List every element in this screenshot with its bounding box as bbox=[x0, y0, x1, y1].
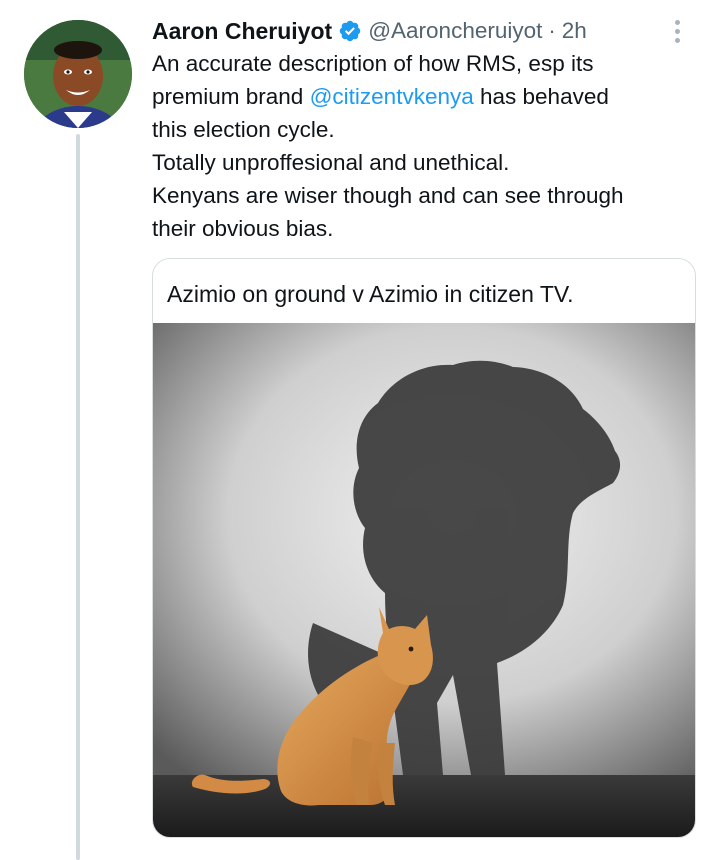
tweet-timestamp[interactable]: 2h bbox=[562, 18, 587, 44]
tweet-text-line: An accurate description of how RMS, esp … bbox=[152, 47, 700, 80]
tweet-body: An accurate description of how RMS, esp … bbox=[152, 47, 700, 245]
profile-photo-icon bbox=[24, 20, 132, 128]
more-options-icon[interactable] bbox=[662, 16, 692, 46]
quoted-tweet-card[interactable]: Azimio on ground v Azimio in citizen TV. bbox=[152, 258, 696, 838]
tweet-header: Aaron Cheruiyot @Aaroncheruiyot · 2h bbox=[152, 14, 700, 48]
text-segment: Kenyans are wiser though and can see thr… bbox=[152, 183, 624, 208]
text-segment: Totally unproffesional and unethical. bbox=[152, 150, 510, 175]
thread-line bbox=[76, 134, 80, 860]
tweet-text-line: their obvious bias. bbox=[152, 212, 700, 245]
tweet-text-line: Kenyans are wiser though and can see thr… bbox=[152, 179, 700, 212]
tweet-text-line: premium brand @citizentvkenya has behave… bbox=[152, 80, 700, 113]
cat-with-lion-shadow-image-icon bbox=[153, 323, 695, 837]
text-segment: has behaved bbox=[473, 84, 609, 109]
text-segment: this election cycle. bbox=[152, 117, 335, 142]
author-avatar[interactable] bbox=[24, 20, 132, 128]
quoted-tweet-text: Azimio on ground v Azimio in citizen TV. bbox=[167, 281, 574, 307]
author-display-name[interactable]: Aaron Cheruiyot bbox=[152, 18, 332, 45]
tweet-text-line: Totally unproffesional and unethical. bbox=[152, 146, 700, 179]
separator-dot: · bbox=[548, 18, 556, 43]
text-segment: their obvious bias. bbox=[152, 216, 334, 241]
verified-badge-icon bbox=[339, 20, 361, 42]
author-handle[interactable]: @Aaroncheruiyot bbox=[368, 18, 542, 44]
quoted-tweet-media[interactable] bbox=[153, 323, 695, 837]
mention-link[interactable]: @citizentvkenya bbox=[310, 84, 474, 109]
text-segment: An accurate description of how RMS, esp … bbox=[152, 51, 594, 76]
text-segment: premium brand bbox=[152, 84, 310, 109]
tweet-text-line: this election cycle. bbox=[152, 113, 700, 146]
